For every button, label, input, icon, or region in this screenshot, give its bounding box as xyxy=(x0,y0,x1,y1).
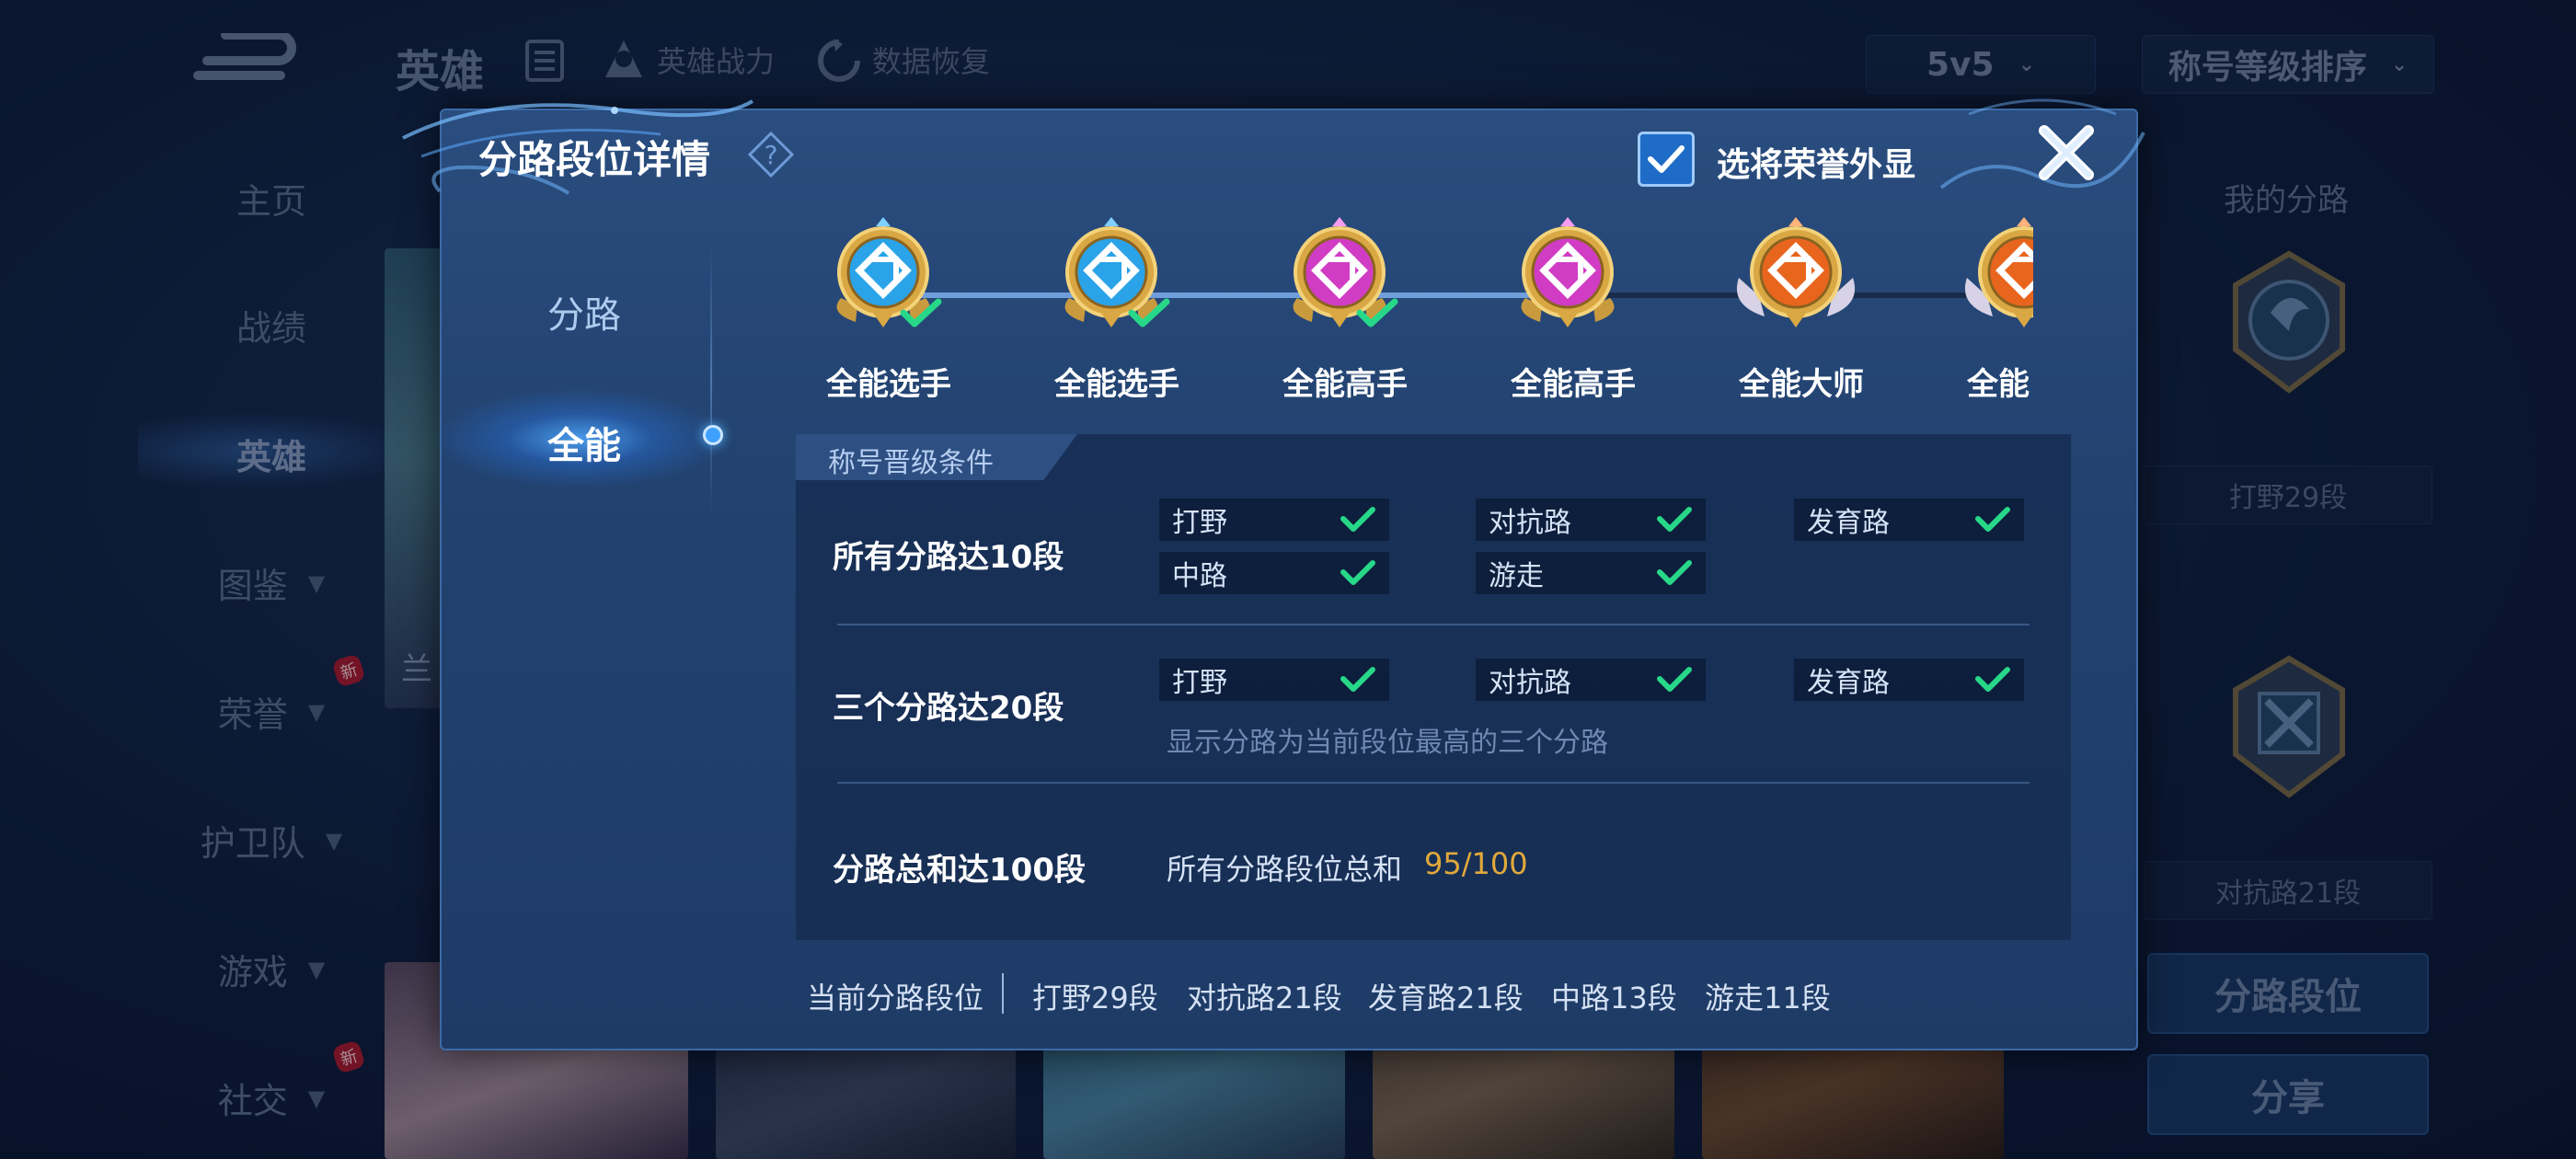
route-chip: 发育路 xyxy=(1794,659,2024,701)
rank-label: 全能选手 xyxy=(826,366,951,403)
svg-text:?: ? xyxy=(765,140,778,170)
check-icon xyxy=(1975,667,2010,692)
route-chip: 发育路 xyxy=(1794,499,2024,541)
footer-separator xyxy=(1002,973,1004,1014)
check-icon xyxy=(1657,560,1692,585)
route-chip: 对抗路 xyxy=(1476,659,1706,701)
route-chip-label: 对抗路 xyxy=(1489,507,1571,539)
dialog-title: 分路段位详情 xyxy=(478,137,711,182)
current-route-rank-item: 游走11段 xyxy=(1705,981,1831,1016)
rank-emblem-orange[interactable] xyxy=(1722,213,1869,335)
panel-title: 称号晋级条件 xyxy=(828,447,994,479)
route-chip-label: 打野 xyxy=(1172,667,1227,699)
tab-route[interactable]: 分路 xyxy=(492,285,676,339)
divider xyxy=(837,624,2030,625)
rank-label: 全能选手 xyxy=(1054,366,1179,403)
divider xyxy=(837,782,2030,784)
route-chip: 中路 xyxy=(1159,552,1389,594)
condition-label: 所有分路达10段 xyxy=(833,539,1064,576)
route-chip-label: 对抗路 xyxy=(1489,667,1571,699)
current-route-rank-label: 当前分路段位 xyxy=(807,981,984,1016)
route-chip-label: 发育路 xyxy=(1807,507,1890,539)
check-icon xyxy=(1648,145,1685,173)
check-icon xyxy=(1657,507,1692,532)
current-route-rank-item: 中路13段 xyxy=(1551,981,1677,1016)
route-chip-label: 中路 xyxy=(1172,560,1227,592)
rank-badge-icon xyxy=(1736,217,1856,327)
close-icon[interactable] xyxy=(2033,120,2099,186)
tab-active-indicator xyxy=(703,425,723,445)
route-chip: 游走 xyxy=(1476,552,1706,594)
route-chip-label: 发育路 xyxy=(1807,667,1890,699)
current-route-rank-item: 对抗路21段 xyxy=(1187,981,1342,1016)
tab-allround[interactable]: 全能 xyxy=(492,416,676,469)
current-route-rank-item: 发育路21段 xyxy=(1368,981,1524,1016)
route-chip-label: 游走 xyxy=(1489,560,1544,592)
rank-label: 全能大师 xyxy=(1739,366,1864,403)
honor-display-label: 选将荣誉外显 xyxy=(1717,146,1916,184)
rank-emblem-orange[interactable] xyxy=(1950,213,2033,335)
rank-progress-line xyxy=(883,293,1582,298)
route-chip: 打野 xyxy=(1159,499,1389,541)
honor-display-checkbox[interactable] xyxy=(1638,132,1695,187)
condition-label: 三个分路达20段 xyxy=(833,690,1064,727)
current-route-rank-item: 打野29段 xyxy=(1032,981,1158,1016)
check-icon xyxy=(1340,560,1375,585)
rank-label: 全能高手 xyxy=(1282,366,1408,403)
route-chip: 对抗路 xyxy=(1476,499,1706,541)
achieved-check-icon xyxy=(900,298,942,327)
condition-note: 显示分路为当前段位最高的三个分路 xyxy=(1167,727,1608,759)
rank-track xyxy=(810,213,2033,335)
check-icon xyxy=(1340,507,1375,532)
rank-emblem-purple[interactable] xyxy=(1494,213,1641,335)
route-sum-value: 95/100 xyxy=(1424,846,1528,881)
route-sum-description: 所有分路段位总和 xyxy=(1167,852,1403,887)
condition-label: 分路总和达100段 xyxy=(833,852,1086,889)
rank-label: 全能 xyxy=(1967,366,2030,403)
rank-badge-icon xyxy=(1964,217,2033,327)
check-icon xyxy=(1657,667,1692,692)
achieved-check-icon xyxy=(1356,298,1398,327)
check-icon xyxy=(1975,507,2010,532)
route-chip-label: 打野 xyxy=(1172,507,1227,539)
route-chip: 打野 xyxy=(1159,659,1389,701)
rank-emblem-blue[interactable] xyxy=(1038,213,1185,335)
check-icon xyxy=(1340,667,1375,692)
help-icon[interactable]: ? xyxy=(747,131,795,178)
rank-emblem-purple[interactable] xyxy=(1266,213,1413,335)
rank-label: 全能高手 xyxy=(1511,366,1636,403)
rank-badge-icon xyxy=(1521,217,1615,327)
rank-emblem-blue[interactable] xyxy=(810,213,957,335)
achieved-check-icon xyxy=(1128,298,1170,327)
